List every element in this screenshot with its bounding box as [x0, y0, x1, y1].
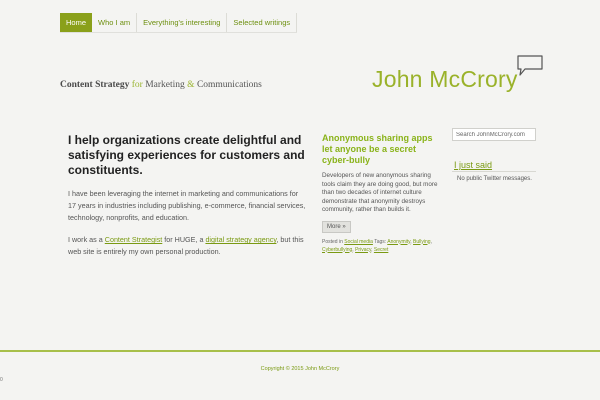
nav-item-selected-writings[interactable]: Selected writings [227, 13, 298, 32]
meta-tags-label: Tags: [374, 238, 387, 245]
site-tagline: Content Strategy for Marketing & Communi… [60, 80, 262, 90]
twitter-status-text: No public Twitter messages. [457, 176, 532, 182]
category-link-social-media[interactable]: Social media [344, 239, 373, 245]
work-paragraph: I work as a Content Strategist for HUGE,… [68, 234, 308, 258]
post-meta: Posted in Social media Tags: Anonymity, … [322, 238, 432, 253]
main-nav: Home Who I am Everything's interesting S… [60, 13, 298, 33]
nav-item-everythings-interesting[interactable]: Everything's interesting [137, 13, 228, 32]
intro-section: I help organizations create delightful a… [68, 133, 308, 258]
meta-posted-in: Posted in [322, 238, 343, 245]
footer-divider [0, 350, 600, 352]
intro-paragraph: I have been leveraging the internet in m… [68, 189, 306, 222]
post-title[interactable]: Anonymous sharing apps let anyone be a s… [322, 133, 440, 166]
digital-strategy-agency-link[interactable]: digital strategy agency [205, 235, 276, 244]
content-strategist-link[interactable]: Content Strategist [105, 235, 163, 244]
nav-item-who-i-am[interactable]: Who I am [92, 13, 138, 32]
post-excerpt: Developers of new anonymous sharing tool… [322, 172, 438, 213]
site-logo[interactable]: John McCrory [372, 66, 518, 93]
speech-bubble-icon [517, 55, 543, 76]
search-input[interactable] [452, 128, 536, 141]
corner-mark: 0 [0, 377, 3, 383]
work-text-pre: I work as a [68, 235, 105, 244]
tagline-marketing: Marketing [145, 80, 185, 90]
intro-heading: I help organizations create delightful a… [68, 133, 305, 177]
sidebar-divider [452, 171, 536, 172]
tag-link-bullying[interactable]: Bullying [413, 239, 431, 245]
tagline-communications: Communications [196, 80, 262, 90]
copyright-text: Copyright © 2015 John McCrory [260, 366, 340, 372]
tagline-content-strategy: Content Strategy [60, 80, 130, 90]
tag-link-anonymity[interactable]: Anonymity [387, 239, 410, 245]
tag-link-secret[interactable]: Secret [374, 247, 388, 253]
more-button[interactable]: More » [322, 220, 351, 233]
work-text-mid: for HUGE, a [162, 235, 206, 244]
tagline-ampersand: & [184, 80, 197, 90]
tag-link-privacy[interactable]: Privacy [355, 247, 371, 253]
tagline-for: for [129, 80, 146, 90]
nav-item-home[interactable]: Home [60, 13, 93, 32]
i-just-said-heading[interactable]: I just said [454, 160, 492, 170]
tag-link-cyberbullying[interactable]: Cyberbullying [322, 247, 352, 253]
featured-post: Anonymous sharing apps let anyone be a s… [322, 133, 440, 254]
